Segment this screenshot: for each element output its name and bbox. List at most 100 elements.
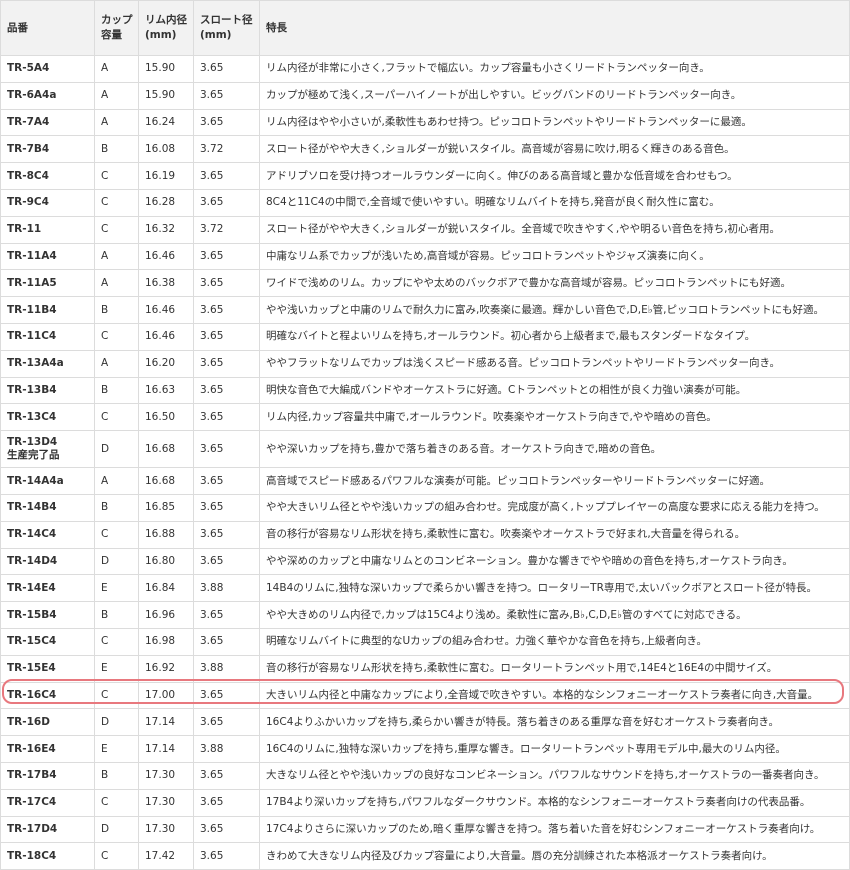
cell-throat: 3.65 [193, 296, 260, 324]
product-code: TR-11 [7, 223, 42, 236]
cell-throat: 3.65 [193, 761, 260, 790]
product-code: TR-13A4a [7, 357, 64, 370]
product-code: TR-13B4 [7, 383, 57, 396]
cell-throat: 3.65 [193, 242, 260, 271]
table-row: TR-16E4 E 17.14 3.88 16C4のリムに,独特な深いカップを持ち,重厚… [0, 735, 850, 763]
product-code: TR-16D [7, 715, 50, 728]
cell-code: TR-11A4 [0, 242, 95, 271]
cell-rim: 16.50 [138, 403, 194, 432]
table-row: TR-11 C 16.32 3.72 スロート径がやや大きく,ショルダーが鋭いスタイル。… [0, 215, 850, 244]
cell-code: TR-13C4 [0, 403, 95, 432]
table-row: TR-11A5 A 16.38 3.65 ワイドで浅めのリム。カップにやや太めのバックボ… [0, 269, 850, 298]
cell-throat: 3.65 [193, 601, 260, 629]
header-throat: スロート径 (mm) [193, 0, 260, 56]
cell-cup: B [94, 493, 139, 522]
cell-rim: 16.20 [138, 349, 194, 378]
table-row: TR-17D4 D 17.30 3.65 17C4よりさらに深いカップのため,暗く重厚な… [0, 815, 850, 844]
product-code: TR-14A4a [7, 474, 64, 487]
discontinued-note: 生産完了品 [7, 449, 60, 462]
table-row: TR-13B4 B 16.63 3.65 明快な音色で大編成バンドやオーケストラに好適。… [0, 376, 850, 405]
cell-throat: 3.65 [193, 430, 260, 469]
cell-feature: リム内径,カップ容量共中庸で,オールラウンド。吹奏楽やオーケストラ向きで,やや暗… [259, 403, 850, 432]
cell-code: TR-14D4 [0, 547, 95, 576]
cell-code: TR-16C4 [0, 681, 95, 710]
cell-cup: B [94, 135, 139, 164]
cell-feature: 17C4よりさらに深いカップのため,暗く重厚な響きを持つ。落ち着いた音を好むシン… [259, 815, 850, 844]
cell-rim: 16.68 [138, 467, 194, 495]
cell-code: TR-9C4 [0, 188, 95, 217]
product-code: TR-13D4 [7, 436, 58, 449]
cell-code: TR-6A4a [0, 81, 95, 110]
cell-code: TR-17B4 [0, 761, 95, 790]
cell-code: TR-13D4 生産完了品 [0, 430, 95, 469]
cell-rim: 16.80 [138, 547, 194, 576]
cell-throat: 3.65 [193, 269, 260, 298]
cell-throat: 3.65 [193, 55, 260, 83]
product-code: TR-18C4 [7, 849, 57, 862]
cell-rim: 16.46 [138, 322, 194, 351]
header-code: 品番 [0, 0, 95, 56]
cell-code: TR-14B4 [0, 493, 95, 522]
cell-feature: 音の移行が容易なリム形状を持ち,柔軟性に富む。ロータリートランペット用で,14E… [259, 654, 850, 683]
table-row: TR-17C4 C 17.30 3.65 17B4より深いカップを持ち,パワフルなダーク… [0, 788, 850, 817]
product-code: TR-15E4 [7, 662, 56, 675]
cell-cup: A [94, 108, 139, 137]
cell-feature: きわめて大きなリム内径及びカップ容量により,大音量。唇の充分訓練された本格派オー… [259, 842, 850, 870]
cell-feature: 明確なリムバイトに典型的なUカップの組み合わせ。力強く華やかな音色を持ち,上級者… [259, 627, 850, 656]
cell-cup: C [94, 322, 139, 351]
cell-rim: 15.90 [138, 81, 194, 110]
cell-feature: やや浅いカップと中庸のリムで耐久力に富み,吹奏楽に最適。輝かしい音色で,D,E♭… [259, 296, 850, 324]
cell-feature: やや深いカップを持ち,豊かで落ち着きのある音。オーケストラ向きで,暗めの音色。 [259, 430, 850, 469]
table-row: TR-18C4 C 17.42 3.65 きわめて大きなリム内径及びカップ容量により,大… [0, 842, 850, 870]
cell-feature: やや深めのカップと中庸なリムとのコンビネーション。豊かな響きでやや暗めの音色を持… [259, 547, 850, 576]
product-code: TR-13C4 [7, 410, 57, 423]
header-feature: 特長 [259, 0, 850, 56]
cell-throat: 3.65 [193, 403, 260, 432]
cell-feature: カップが極めて浅く,スーパーハイノートが出しやすい。ビッグバンドのリードトランペ… [259, 81, 850, 110]
cell-cup: C [94, 188, 139, 217]
cell-rim: 16.63 [138, 376, 194, 405]
product-code: TR-14B4 [7, 501, 57, 514]
cell-throat: 3.65 [193, 108, 260, 137]
cell-throat: 3.65 [193, 520, 260, 549]
header-throat-line2: (mm) [200, 29, 232, 41]
cell-cup: B [94, 296, 139, 324]
table-row: TR-13D4 生産完了品 D 16.68 3.65 やや深いカップを持ち,豊かで落ち着き… [0, 430, 850, 469]
cell-feature: アドリブソロを受け持つオールラウンダーに向く。伸びのある高音域と豊かな低音域を合… [259, 162, 850, 190]
cell-cup: B [94, 761, 139, 790]
cell-feature: 大きいリム内径と中庸なカップにより,全音域で吹きやすい。本格的なシンフォニーオー… [259, 681, 850, 710]
table-row: TR-14C4 C 16.88 3.65 音の移行が容易なリム形状を持ち,柔軟性に富む。… [0, 520, 850, 549]
cell-feature: 明快な音色で大編成バンドやオーケストラに好適。Cトランペットとの相性が良く力強い… [259, 376, 850, 405]
table-row: TR-8C4 C 16.19 3.65 アドリブソロを受け持つオールラウンダーに向く。伸… [0, 162, 850, 190]
cell-rim: 17.30 [138, 815, 194, 844]
header-code-label: 品番 [7, 21, 28, 34]
cell-feature: 高音域でスピード感あるパワフルな演奏が可能。ピッコロトランペッターやリードトラン… [259, 467, 850, 495]
product-code: TR-15C4 [7, 635, 57, 648]
cell-feature: 明確なバイトと程よいリムを持ち,オールラウンド。初心者から上級者まで,最もスタン… [259, 322, 850, 351]
table-row: TR-16C4 C 17.00 3.65 大きいリム内径と中庸なカップにより,全音域で吹… [0, 681, 850, 710]
cell-cup: E [94, 574, 139, 603]
cell-throat: 3.65 [193, 681, 260, 710]
cell-cup: A [94, 349, 139, 378]
table-row: TR-9C4 C 16.28 3.65 8C4と11C4の中間で,全音域で使いやすい。明… [0, 188, 850, 217]
cell-code: TR-5A4 [0, 55, 95, 83]
cell-rim: 16.32 [138, 215, 194, 244]
table-row: TR-14A4a A 16.68 3.65 高音域でスピード感あるパワフルな演奏が可能。… [0, 467, 850, 495]
table-row: TR-11C4 C 16.46 3.65 明確なバイトと程よいリムを持ち,オールラウンド… [0, 322, 850, 351]
cell-cup: D [94, 815, 139, 844]
product-code: TR-15B4 [7, 608, 57, 621]
cell-throat: 3.65 [193, 467, 260, 495]
cell-feature: 音の移行が容易なリム形状を持ち,柔軟性に富む。吹奏楽やオーケストラで好まれ,大音… [259, 520, 850, 549]
product-code: TR-17C4 [7, 796, 57, 809]
header-row: 品番 カップ 容量 リム内径 (mm) スロート径 (mm) 特長 [0, 0, 850, 56]
product-code: TR-8C4 [7, 169, 49, 182]
cell-throat: 3.88 [193, 574, 260, 603]
product-code: TR-11B4 [7, 303, 57, 316]
product-code: TR-11A4 [7, 249, 57, 262]
cell-feature: 16C4よりふかいカップを持ち,柔らかい響きが特長。落ち着きのある重厚な音を好む… [259, 708, 850, 737]
cell-code: TR-14C4 [0, 520, 95, 549]
cell-feature: スロート径がやや大きく,ショルダーが鋭いスタイル。高音域が容易に吹け,明るく輝き… [259, 135, 850, 164]
product-code: TR-17B4 [7, 769, 57, 782]
cell-cup: C [94, 520, 139, 549]
header-cup-line2: 容量 [101, 29, 122, 41]
